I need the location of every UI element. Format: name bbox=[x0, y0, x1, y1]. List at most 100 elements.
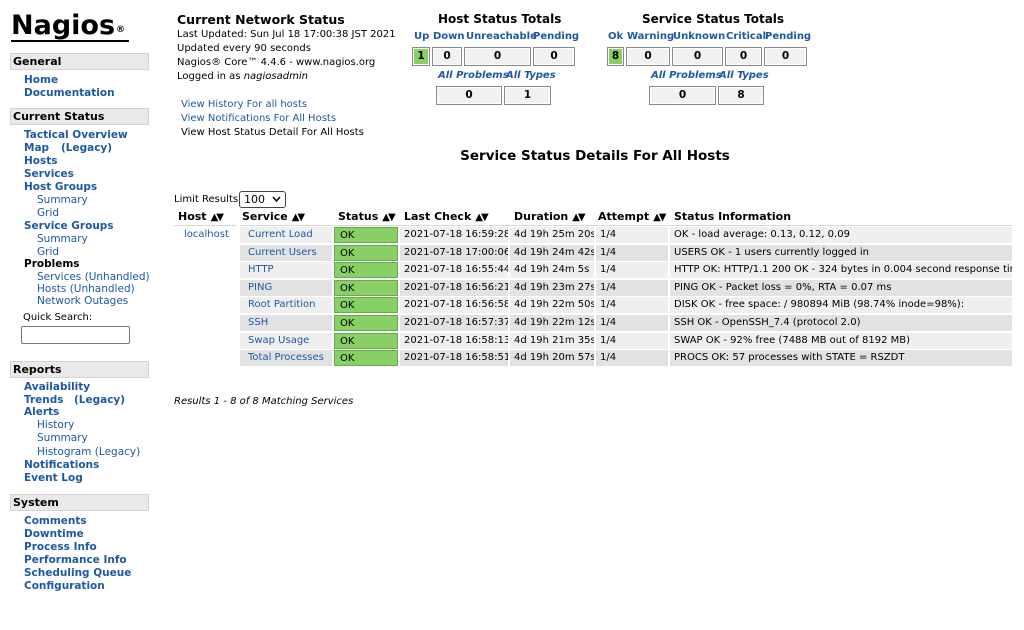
status-cell: OK bbox=[334, 227, 398, 243]
nav-host-groups[interactable]: Host Groups bbox=[24, 181, 97, 194]
service-all-problems[interactable]: All Problems bbox=[651, 70, 722, 81]
host-all-problems-count[interactable]: 0 bbox=[436, 86, 502, 105]
sort-arrows-icon[interactable]: ▲▼ bbox=[475, 212, 488, 223]
service-name-cell[interactable]: Total Processes bbox=[240, 350, 332, 367]
quick-search-label: Quick Search: bbox=[23, 312, 93, 323]
duration-cell: 4d 19h 20m 57s bbox=[510, 350, 594, 367]
table-row: PING OK 2021-07-18 16:56:21 4d 19h 23m 27s 1… bbox=[174, 279, 1012, 297]
service-pending-count[interactable]: 0 bbox=[764, 47, 807, 66]
quick-search-input[interactable] bbox=[21, 326, 130, 344]
nav-host-groups-summary[interactable]: Summary bbox=[37, 194, 88, 207]
nav-availability[interactable]: Availability bbox=[24, 381, 90, 394]
table-row: localhost Current Load OK 2021-07-18 16:59:… bbox=[174, 227, 1012, 244]
nav-map[interactable]: Map bbox=[24, 142, 49, 155]
attempt-cell: 1/4 bbox=[596, 332, 668, 349]
table-row: SSH OK 2021-07-18 16:57:37 4d 19h 22m 12s 1/… bbox=[174, 315, 1012, 332]
sort-arrows-icon[interactable]: ▲▼ bbox=[292, 212, 305, 223]
sort-arrows-icon[interactable]: ▲▼ bbox=[211, 212, 224, 223]
link-view-notifications[interactable]: View Notifications For All Hosts bbox=[181, 112, 336, 125]
service-name-cell[interactable]: Swap Usage bbox=[240, 332, 332, 349]
nav-alerts-history[interactable]: History bbox=[37, 419, 74, 432]
column-header-service[interactable]: Service ▲▼ bbox=[240, 208, 332, 226]
nav-alerts[interactable]: Alerts bbox=[24, 406, 59, 419]
host-name-cell[interactable]: localhost bbox=[174, 227, 238, 243]
service-head-unknown[interactable]: Unknown bbox=[673, 31, 725, 42]
sort-arrows-icon[interactable]: ▲▼ bbox=[382, 212, 395, 223]
logo-registered-mark: ® bbox=[116, 25, 126, 35]
attempt-cell: 1/4 bbox=[596, 227, 668, 243]
limit-results-select[interactable]: 100 bbox=[239, 191, 286, 208]
service-name-cell[interactable]: Current Users bbox=[240, 244, 332, 261]
nav-tactical-overview[interactable]: Tactical Overview bbox=[24, 129, 128, 142]
nav-documentation[interactable]: Documentation bbox=[24, 87, 115, 100]
nav-alerts-summary[interactable]: Summary bbox=[37, 432, 88, 445]
service-head-warning[interactable]: Warning bbox=[627, 31, 674, 42]
duration-cell: 4d 19h 24m 42s bbox=[510, 244, 594, 261]
service-critical-count[interactable]: 0 bbox=[725, 47, 762, 66]
nav-network-outages[interactable]: Network Outages bbox=[37, 295, 128, 308]
service-head-critical[interactable]: Critical bbox=[726, 31, 766, 42]
current-network-status: Current Network Status Last Updated: Sun… bbox=[177, 12, 407, 84]
column-header-duration[interactable]: Duration ▲▼ bbox=[510, 208, 596, 226]
service-name-cell[interactable]: PING bbox=[240, 279, 332, 296]
nav-host-groups-grid[interactable]: Grid bbox=[37, 207, 59, 220]
host-head-unreachable[interactable]: Unreachable bbox=[466, 31, 537, 42]
host-pending-count[interactable]: 0 bbox=[533, 47, 575, 66]
nav-map-legacy[interactable]: (Legacy) bbox=[61, 142, 112, 155]
nagios-logo[interactable]: Nagios® bbox=[11, 9, 136, 43]
column-header-host[interactable]: Host ▲▼ bbox=[174, 208, 236, 226]
service-ok-count[interactable]: 8 bbox=[607, 47, 624, 66]
service-unknown-count[interactable]: 0 bbox=[672, 47, 723, 66]
service-all-problems-count[interactable]: 0 bbox=[649, 86, 716, 105]
last-check-cell: 2021-07-18 16:57:37 bbox=[400, 315, 508, 331]
host-head-down[interactable]: Down bbox=[433, 31, 465, 42]
attempt-cell: 1/4 bbox=[596, 350, 668, 367]
service-all-types-count[interactable]: 8 bbox=[718, 86, 764, 105]
host-unreachable-count[interactable]: 0 bbox=[464, 47, 531, 66]
column-header-status[interactable]: Status ▲▼ bbox=[334, 208, 400, 226]
nav-trends-legacy[interactable]: (Legacy) bbox=[74, 394, 125, 407]
service-head-pending[interactable]: Pending bbox=[765, 31, 811, 42]
nav-event-log[interactable]: Event Log bbox=[24, 472, 83, 485]
service-warning-count[interactable]: 0 bbox=[626, 47, 670, 66]
service-all-types[interactable]: All Types bbox=[719, 70, 769, 81]
service-name-cell[interactable]: SSH bbox=[240, 315, 332, 331]
column-header-last-check[interactable]: Last Check ▲▼ bbox=[400, 208, 510, 226]
host-head-pending[interactable]: Pending bbox=[533, 31, 579, 42]
host-all-problems[interactable]: All Problems bbox=[438, 70, 509, 81]
sort-arrows-icon[interactable]: ▲▼ bbox=[653, 212, 666, 223]
host-all-types-count[interactable]: 1 bbox=[504, 86, 551, 105]
host-up-count[interactable]: 1 bbox=[412, 47, 430, 66]
nav-scheduling-queue[interactable]: Scheduling Queue bbox=[24, 567, 131, 580]
nav-alerts-histogram[interactable]: Histogram (Legacy) bbox=[37, 446, 140, 459]
service-head-ok[interactable]: Ok bbox=[608, 31, 623, 42]
host-head-up[interactable]: Up bbox=[414, 31, 429, 42]
attempt-cell: 1/4 bbox=[596, 297, 668, 314]
table-row: Total Processes OK 2021-07-18 16:58:51 4d 1… bbox=[174, 350, 1012, 367]
nav-service-groups[interactable]: Service Groups bbox=[24, 220, 114, 233]
status-information-cell: SSH OK - OpenSSH_7.4 (protocol 2.0) bbox=[670, 315, 1012, 331]
nav-downtime[interactable]: Downtime bbox=[24, 528, 84, 541]
nav-process-info[interactable]: Process Info bbox=[24, 541, 97, 554]
nav-services[interactable]: Services bbox=[24, 168, 74, 181]
host-down-count[interactable]: 0 bbox=[432, 47, 462, 66]
column-header-attempt[interactable]: Attempt ▲▼ bbox=[596, 208, 670, 226]
sort-arrows-icon[interactable]: ▲▼ bbox=[572, 212, 585, 223]
nav-home[interactable]: Home bbox=[24, 74, 58, 87]
status-cell: OK bbox=[334, 297, 398, 314]
nav-performance-info[interactable]: Performance Info bbox=[24, 554, 127, 567]
link-view-host-status[interactable]: View Host Status Detail For All Hosts bbox=[181, 126, 364, 139]
service-name-cell[interactable]: HTTP bbox=[240, 262, 332, 279]
nav-service-groups-summary[interactable]: Summary bbox=[37, 233, 88, 246]
link-view-history[interactable]: View History For all hosts bbox=[181, 98, 307, 111]
column-header-status-information: Status Information bbox=[670, 208, 1012, 226]
service-name-cell[interactable]: Current Load bbox=[240, 227, 332, 243]
host-all-types[interactable]: All Types bbox=[506, 70, 556, 81]
nav-comments[interactable]: Comments bbox=[24, 515, 87, 528]
nav-configuration[interactable]: Configuration bbox=[24, 580, 105, 593]
service-name-cell[interactable]: Root Partition bbox=[240, 297, 332, 314]
nav-notifications[interactable]: Notifications bbox=[24, 459, 99, 472]
last-check-cell: 2021-07-18 16:56:58 bbox=[400, 297, 508, 314]
section-title-general: General bbox=[10, 53, 149, 70]
nav-hosts[interactable]: Hosts bbox=[24, 155, 58, 168]
